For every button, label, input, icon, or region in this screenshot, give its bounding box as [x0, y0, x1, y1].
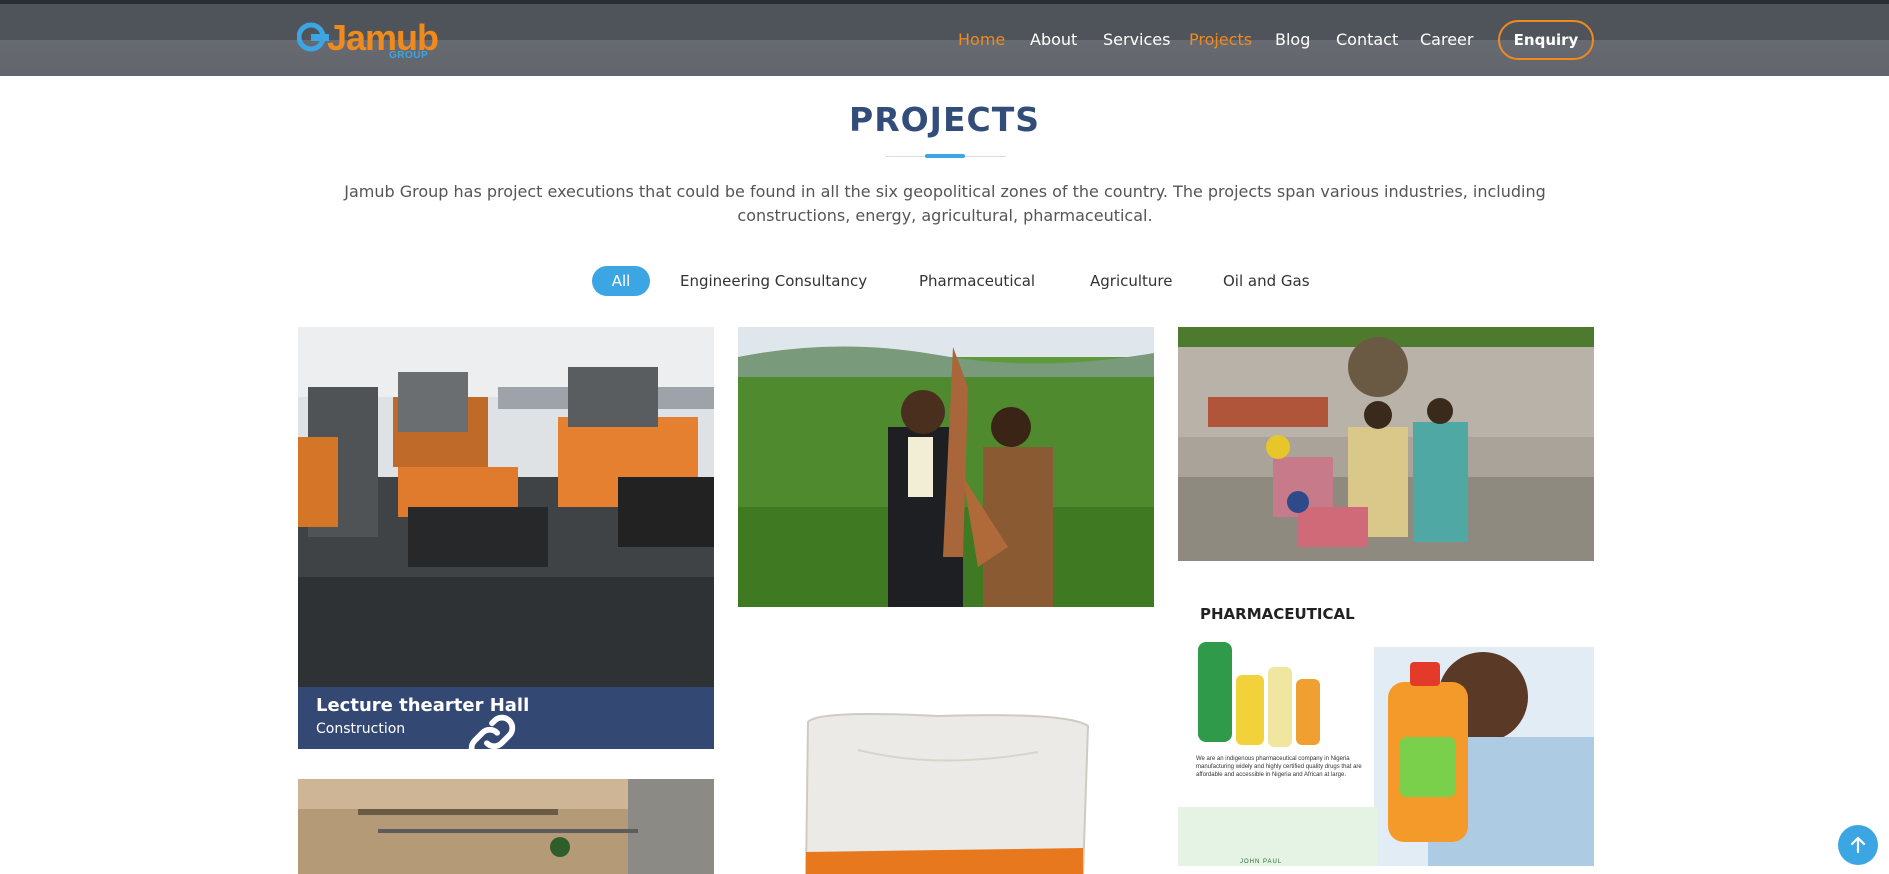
pharmaceutical-products-image: [1178, 587, 1594, 866]
logo[interactable]: Jamub GROUP: [297, 18, 439, 64]
title-accent: [925, 154, 965, 158]
nav-about[interactable]: About: [1030, 30, 1077, 49]
logo-mark-icon: [297, 22, 329, 52]
pharma-heading: PHARMACEUTICAL: [1200, 605, 1355, 623]
construction-workers-image: [1178, 327, 1594, 561]
road-construction-image: [298, 327, 714, 749]
project-overlay: Lecture thearter Hall Construction: [298, 687, 714, 749]
filter-pharmaceutical[interactable]: Pharmaceutical: [919, 266, 1035, 296]
nav-career[interactable]: Career: [1420, 30, 1473, 49]
logo-subtext: GROUP: [389, 50, 429, 61]
product-bag-image: [738, 640, 1154, 874]
section-intro: Jamub Group has project executions that …: [344, 182, 1546, 225]
link-icon[interactable]: [298, 707, 700, 749]
project-card-excavation[interactable]: [298, 779, 714, 874]
nav-blog[interactable]: Blog: [1275, 30, 1310, 49]
filter-engineering-consultancy[interactable]: Engineering Consultancy: [680, 266, 867, 296]
nav-services[interactable]: Services: [1103, 30, 1170, 49]
filter-agriculture[interactable]: Agriculture: [1090, 266, 1173, 296]
project-card-road[interactable]: Lecture thearter Hall Construction: [298, 327, 714, 749]
scroll-to-top-button[interactable]: [1838, 825, 1878, 865]
filter-oil-and-gas[interactable]: Oil and Gas: [1223, 266, 1310, 296]
nav-contact[interactable]: Contact: [1336, 30, 1398, 49]
page-title: PROJECTS: [849, 100, 1040, 139]
enquiry-button[interactable]: Enquiry: [1498, 20, 1594, 60]
excavation-image: [298, 779, 714, 874]
site-header: Jamub GROUP Home About Services Projects…: [0, 4, 1889, 76]
project-card-workers[interactable]: [1178, 327, 1594, 561]
project-card-product[interactable]: [738, 640, 1154, 874]
nav-projects[interactable]: Projects: [1189, 30, 1252, 49]
nav-home[interactable]: Home: [958, 30, 1005, 49]
project-card-pharmaceutical[interactable]: PHARMACEUTICAL We are an indigenous phar…: [1178, 587, 1594, 866]
pharma-description: We are an indigenous pharmaceutical comp…: [1196, 756, 1362, 778]
project-card-agriculture[interactable]: [738, 327, 1154, 607]
pharma-brand: JOHN PAUL: [1240, 859, 1283, 865]
arrow-up-icon: [1850, 836, 1866, 854]
filter-all[interactable]: All: [592, 266, 650, 296]
cassava-harvest-image: [738, 327, 1154, 607]
